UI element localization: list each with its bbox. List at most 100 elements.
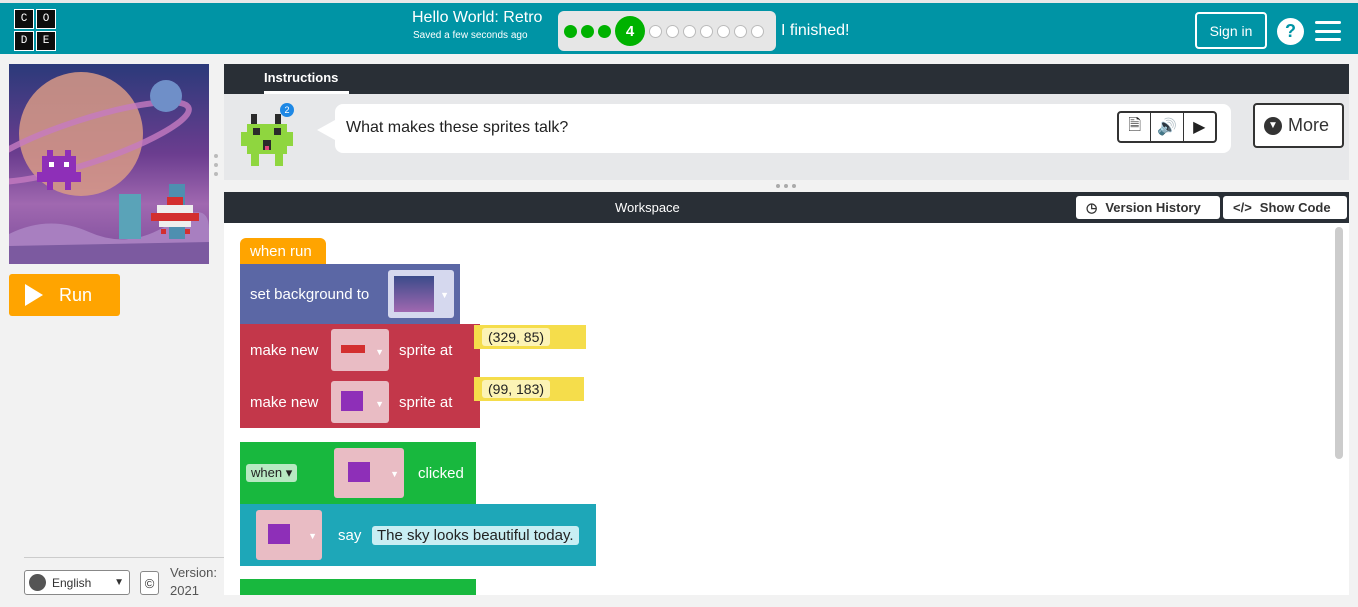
make-new-label: make new (250, 393, 319, 411)
sprite-at-label: sprite at (399, 341, 453, 359)
chevron-down-circle-icon: ▼ (1264, 116, 1282, 135)
show-code-label: Show Code (1259, 200, 1331, 215)
level-dot[interactable] (734, 24, 747, 38)
dropdown-arrow-icon: ▼ (390, 469, 399, 479)
dropdown-arrow-icon: ▼ (375, 346, 384, 357)
location-block[interactable]: (99, 183) (474, 377, 584, 401)
page-footer: English ▼ © Version: 2021 (24, 557, 224, 601)
play-audio-icon[interactable]: ▶ (1184, 113, 1215, 141)
clicked-label: clicked (418, 464, 464, 482)
level-dot[interactable] (666, 24, 679, 38)
level-dot[interactable] (751, 24, 764, 38)
instructions-header: Instructions (224, 64, 1349, 94)
clock-icon: ◷ (1086, 199, 1098, 215)
hamburger-menu-icon[interactable] (1315, 21, 1341, 41)
version-value: 2021 (170, 583, 199, 598)
level-dot[interactable] (717, 24, 730, 38)
instructions-panel: 2 What makes these sprites talk? 🗎 🔊 ▶ ▼… (224, 94, 1349, 180)
stage-scene (9, 72, 209, 264)
more-button[interactable]: ▼ More (1253, 103, 1344, 148)
version-history-button[interactable]: ◷ Version History (1076, 196, 1220, 219)
current-level-dot[interactable]: 4 (615, 16, 645, 46)
level-dot[interactable] (700, 24, 713, 38)
project-title: Hello World: Retro (412, 9, 543, 26)
code-logo[interactable]: C O D E (14, 9, 58, 51)
location-block[interactable]: (329, 85) (474, 325, 586, 349)
alien-thumbnail (341, 391, 363, 411)
say-text-field[interactable]: The sky looks beautiful today. (372, 525, 579, 545)
when-dropdown[interactable]: when ▾ (246, 464, 298, 482)
panel-resize-handle[interactable] (214, 154, 218, 176)
say-label: say (338, 526, 362, 544)
alien-thumbnail (348, 462, 370, 482)
play-icon (25, 284, 43, 306)
game-stage[interactable] (9, 64, 209, 264)
instruction-bubble: What makes these sprites talk? 🗎 🔊 ▶ (317, 104, 1231, 153)
help-icon[interactable]: ? (1277, 18, 1304, 45)
globe-icon (29, 574, 46, 591)
more-label: More (1288, 115, 1330, 135)
chevron-down-icon: ▼ (114, 577, 124, 588)
level-dot[interactable] (649, 24, 662, 38)
logo-letter-d: D (14, 31, 34, 51)
when-run-block[interactable]: when run (240, 238, 326, 264)
logo-letter-c: C (14, 9, 34, 29)
when-label: when (251, 465, 283, 480)
set-background-block[interactable]: set background to ▼ (240, 264, 460, 324)
make-new-label: make new (250, 341, 319, 359)
run-button[interactable]: Run (9, 274, 120, 316)
saved-status: Saved a few seconds ago (413, 30, 528, 41)
level-dot-complete[interactable] (598, 24, 611, 38)
level-dot-complete[interactable] (564, 24, 577, 38)
make-new-sprite-block[interactable]: make new ▼ sprite at (240, 324, 480, 376)
alien-sprite-picker[interactable]: ▼ (256, 510, 322, 560)
sprite-say-block[interactable]: ▼ say The sky looks beautiful today. (240, 504, 596, 566)
text-to-speech-controls: 🗎 🔊 ▶ (1117, 111, 1217, 143)
ufo-thumbnail (341, 345, 365, 353)
background-picker[interactable]: ▼ (388, 270, 454, 318)
tab-instructions[interactable]: Instructions (264, 70, 349, 94)
read-aloud-icon[interactable]: 🗎 (1119, 113, 1152, 141)
instructions-resize-handle[interactable] (776, 184, 796, 188)
language-select[interactable]: English ▼ (24, 570, 130, 595)
sprite-at-label: sprite at (399, 393, 453, 411)
blockly-workspace[interactable]: when run set background to ▼ make new ▼ … (224, 223, 1349, 595)
finished-link[interactable]: I finished! (781, 22, 849, 40)
level-dot[interactable] (683, 24, 696, 38)
workspace-header: Workspace ◷ Version History </> Show Cod… (224, 192, 1349, 223)
level-progress: 4 (558, 11, 776, 51)
level-dot-complete[interactable] (581, 24, 594, 38)
location-value[interactable]: (99, 183) (482, 380, 551, 398)
sign-in-button[interactable]: Sign in (1195, 12, 1267, 49)
copyright-button[interactable]: © (140, 571, 159, 595)
alien-avatar (241, 114, 293, 166)
ufo-sprite-picker[interactable]: ▼ (331, 329, 389, 371)
hint-count-badge[interactable]: 2 (280, 103, 294, 117)
when-clicked-block[interactable]: when ▾ ▼ clicked (240, 442, 476, 504)
speaker-icon[interactable]: 🔊 (1151, 113, 1184, 141)
code-icon: </> (1233, 200, 1252, 215)
alien-sprite-picker[interactable]: ▼ (331, 381, 389, 423)
when-clicked-block[interactable] (240, 579, 476, 595)
show-code-button[interactable]: </> Show Code (1223, 196, 1347, 219)
dropdown-arrow-icon: ▼ (308, 531, 317, 541)
workspace-scrollbar[interactable] (1335, 227, 1343, 459)
location-value[interactable]: (329, 85) (482, 328, 551, 346)
background-thumbnail (394, 276, 434, 312)
top-header: C O D E Hello World: Retro Saved a few s… (0, 0, 1358, 54)
make-new-sprite-block[interactable]: make new ▼ sprite at (240, 376, 480, 428)
version-history-label: Version History (1105, 200, 1201, 215)
logo-letter-o: O (36, 9, 56, 29)
alien-sprite-picker[interactable]: ▼ (334, 448, 404, 498)
dropdown-arrow-icon: ▼ (440, 290, 449, 301)
run-button-label: Run (59, 284, 93, 305)
workspace-title: Workspace (615, 200, 680, 215)
when-run-label: when run (250, 242, 312, 260)
alien-thumbnail (268, 524, 290, 544)
set-background-label: set background to (250, 285, 370, 303)
language-value: English (52, 575, 92, 590)
instruction-text: What makes these sprites talk? (346, 119, 569, 136)
dropdown-arrow-icon: ▼ (375, 398, 384, 409)
version-label: Version: (170, 565, 217, 580)
logo-letter-e: E (36, 31, 56, 51)
